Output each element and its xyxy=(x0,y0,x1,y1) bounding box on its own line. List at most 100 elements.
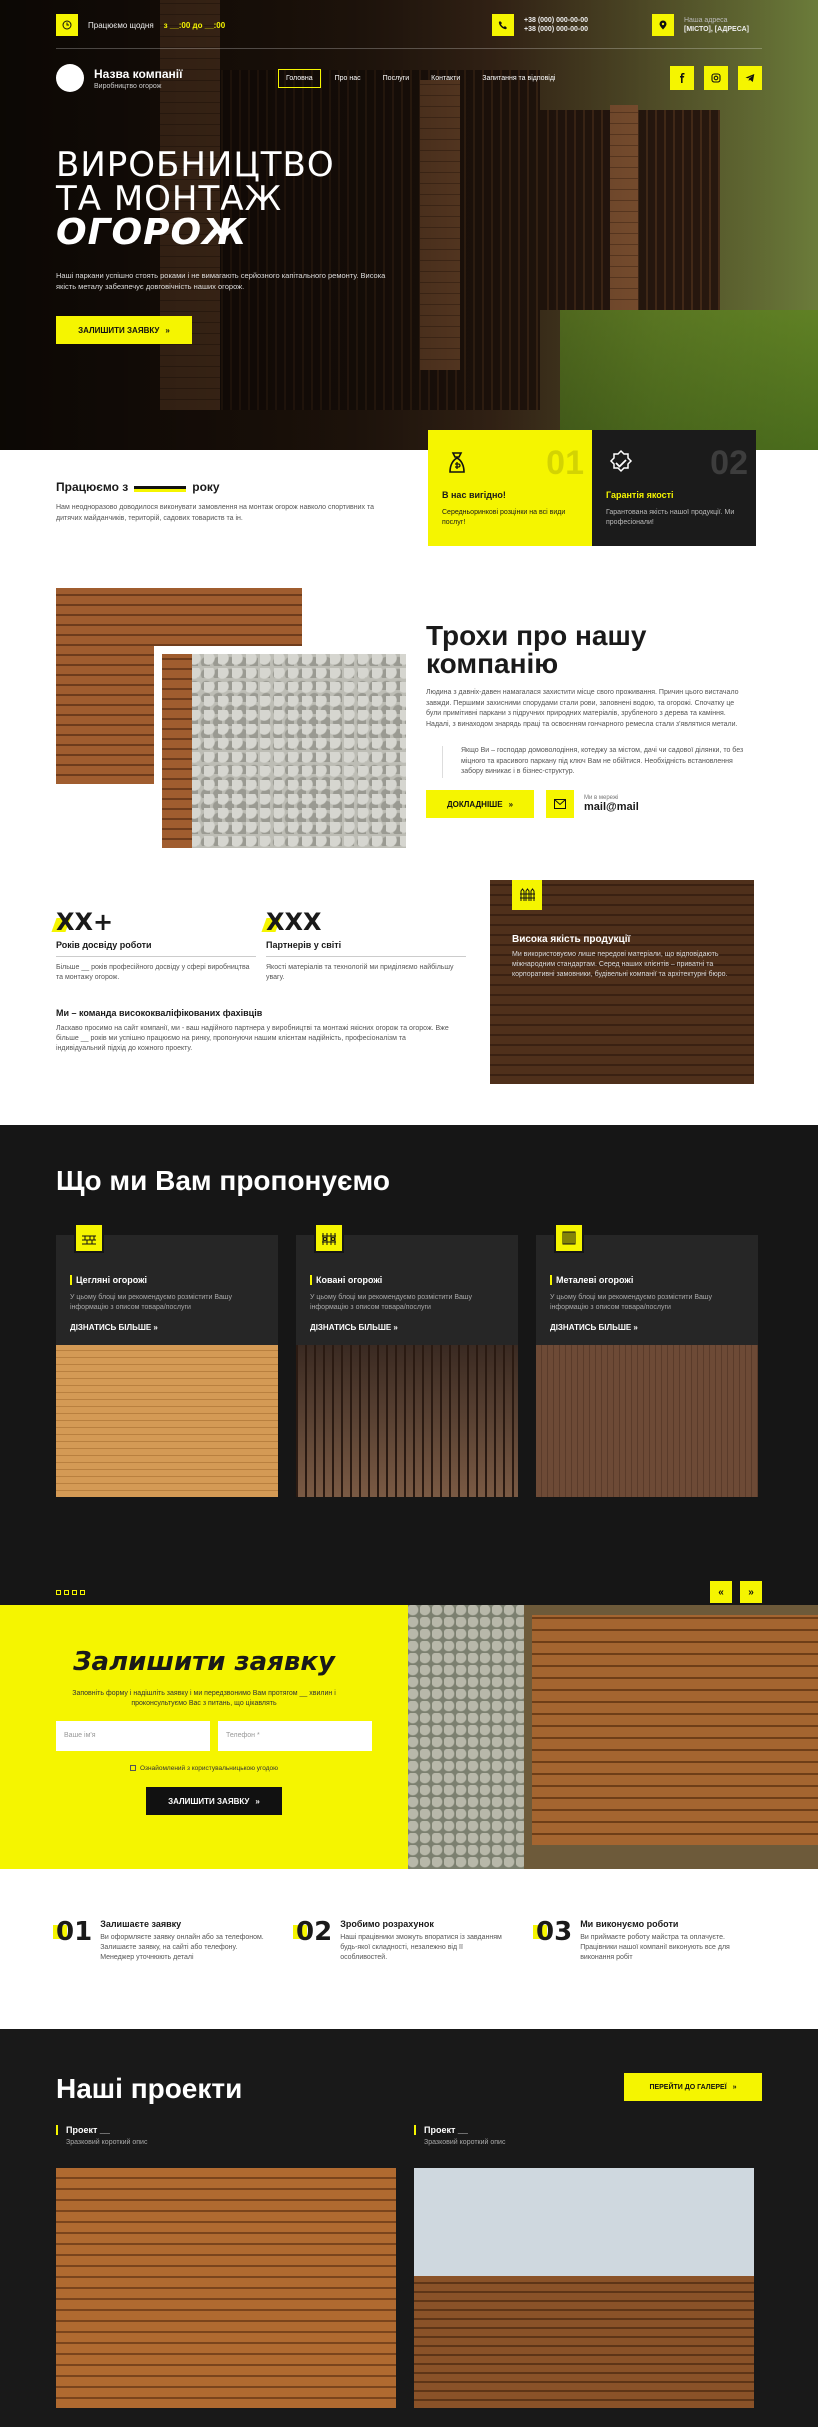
hero-cta-button[interactable]: ЗАЛИШИТИ ЗАЯВКУ » xyxy=(56,316,192,344)
brick-fence-icon xyxy=(74,1223,104,1253)
steps-section: 01 Залишаєте заявку Ви оформляєте заявку … xyxy=(0,1869,818,2029)
offer-title: Що ми Вам пропонуємо xyxy=(56,1165,390,1196)
name-input[interactable]: Ваше ім'я xyxy=(56,1721,210,1751)
arrow-left-icon[interactable]: « xyxy=(710,1581,732,1603)
gallery-label: ПЕРЕЙТИ ДО ГАЛЕРЕЇ xyxy=(649,2083,727,2091)
work-text: Нам неодноразово доводилося виконувати з… xyxy=(56,504,374,522)
step-number: 01 xyxy=(52,1919,92,1963)
carousel-dot[interactable] xyxy=(56,1590,61,1595)
facebook-icon[interactable] xyxy=(670,66,694,90)
form-photo xyxy=(408,1605,818,1869)
carousel-dot[interactable] xyxy=(72,1590,77,1595)
offer-card-brick: Цегляні огорожі У цьому блоці ми рекомен… xyxy=(56,1223,278,1497)
metal-fence-photo xyxy=(536,1345,758,1497)
nav-item-services[interactable]: Послуги xyxy=(375,69,417,88)
projects-title: Наші проекти xyxy=(56,2073,243,2104)
address-label: Наша адреса xyxy=(684,17,728,24)
stat-number: XX+ xyxy=(56,908,256,936)
nav-item-home[interactable]: Головна xyxy=(278,68,321,88)
learn-more-label: ДІЗНАТИСЬ БІЛЬШЕ xyxy=(310,1323,392,1332)
project-photo xyxy=(414,2168,754,2408)
nav-item-about[interactable]: Про нас xyxy=(327,69,369,88)
company-logo[interactable] xyxy=(56,64,84,92)
checkbox-icon[interactable] xyxy=(129,1765,136,1772)
email-contact: Ми в мережі mail@mail xyxy=(546,790,639,818)
more-button[interactable]: ДОКЛАДНІШЕ » xyxy=(426,790,534,818)
about-title: Трохи про нашу компанію xyxy=(426,620,647,679)
stat-desc: Якості матеріалів та технологій ми приді… xyxy=(266,964,454,981)
double-chevron-right-icon: » xyxy=(732,2083,737,2091)
hours-label: Працюємо щодня xyxy=(88,20,154,30)
step-desc: Наші працівники зможуть впоратися із зав… xyxy=(340,1934,502,1961)
stat-label: Років досвіду роботи xyxy=(56,940,256,957)
work-since-section: Працюємо з року Нам неодноразово доводил… xyxy=(0,430,818,570)
forged-fence-photo xyxy=(296,1345,518,1497)
offer-desc: У цьому блоці ми рекомендуємо розмістити… xyxy=(70,1294,233,1311)
project-title: Проект __ xyxy=(414,2125,754,2135)
phone-placeholder: Телефон * xyxy=(226,1732,260,1739)
hero-section: Працюємо щодня з __:00 до __:00 +38 (000… xyxy=(0,0,818,450)
advantage-card: 01 В нас вигідно! Середньоринкові розцін… xyxy=(428,430,592,546)
step-title: Зробимо розрахунок xyxy=(340,1919,434,1929)
instagram-icon[interactable] xyxy=(704,66,728,90)
metal-fence-icon xyxy=(554,1223,584,1253)
fence-icon xyxy=(512,880,542,910)
phone-number-1[interactable]: +38 (000) 000-00-00 xyxy=(524,16,588,25)
quality-card: Висока якість продукції Ми використовуєм… xyxy=(490,880,754,1084)
card-title: Гарантія якості xyxy=(606,490,674,500)
card-number: 02 xyxy=(710,444,748,482)
project-desc: Зразковий короткий опис xyxy=(424,2139,506,2146)
project-card[interactable]: Проект __ Зразковий короткий опис xyxy=(56,2125,396,2408)
phone-input[interactable]: Телефон * xyxy=(218,1721,372,1751)
gallery-button[interactable]: ПЕРЕЙТИ ДО ГАЛЕРЕЇ » xyxy=(624,2073,762,2101)
nav-item-faq[interactable]: Запитання та відповіді xyxy=(474,69,563,88)
form-panel: Залишити заявку Заповніть форму і надішл… xyxy=(0,1605,408,1869)
step-item: 03 Ми виконуємо роботи Ви приймаєте робот… xyxy=(532,1919,746,1963)
card-desc: Середньоринкові розцінки на всі види пос… xyxy=(442,509,566,526)
double-chevron-right-icon: » xyxy=(255,1796,260,1806)
mail-value[interactable]: mail@mail xyxy=(584,801,639,813)
quality-badge-icon xyxy=(609,449,633,473)
advantage-card: 02 Гарантія якості Гарантована якість на… xyxy=(592,430,756,546)
projects-section: Наші проекти ПЕРЕЙТИ ДО ГАЛЕРЕЇ » Проект … xyxy=(0,2029,818,2427)
step-item: 01 Залишаєте заявку Ви оформляєте заявку … xyxy=(52,1919,266,1963)
hours-value: з __:00 до __:00 xyxy=(163,20,226,30)
work-title-end: року xyxy=(192,480,220,494)
telegram-icon[interactable] xyxy=(738,66,762,90)
double-chevron-right-icon: » xyxy=(165,325,170,335)
submit-button[interactable]: ЗАЛИШИТИ ЗАЯВКУ » xyxy=(146,1787,282,1815)
hero-line-2: ТА МОНТАЖ xyxy=(56,179,283,219)
phone-number-2[interactable]: +38 (000) 000-00-00 xyxy=(524,25,588,34)
stat-partners: XXX Партнерів у світі Якості матеріалів … xyxy=(266,908,466,983)
nav-item-contacts[interactable]: Контакти xyxy=(423,69,468,88)
learn-more-link[interactable]: ДІЗНАТИСЬ БІЛЬШЕ » xyxy=(310,1323,504,1332)
learn-more-link[interactable]: ДІЗНАТИСЬ БІЛЬШЕ » xyxy=(70,1323,264,1332)
working-hours: Працюємо щодня з __:00 до __:00 xyxy=(56,14,225,36)
gabion-fence-photo xyxy=(162,654,406,848)
step-desc: Ви оформляєте заявку онлайн або за телеф… xyxy=(100,1934,264,1961)
offer-section: Що ми Вам пропонуємо Цегляні огорожі У ц… xyxy=(0,1125,818,1605)
clock-icon xyxy=(56,14,78,36)
address: Наша адреса [МІСТО], [АДРЕСА] xyxy=(652,14,749,36)
stat-label: Партнерів у світі xyxy=(266,940,466,957)
quality-text: Ми використовуємо лише передові матеріал… xyxy=(512,951,728,978)
carousel-dot[interactable] xyxy=(64,1590,69,1595)
agreement-checkbox[interactable]: Ознайомлений з користувальницькою угодою xyxy=(0,1765,408,1772)
carousel-dot[interactable] xyxy=(80,1590,85,1595)
card-desc: Гарантована якість нашої продукції. Ми п… xyxy=(606,509,735,526)
about-text: Людина з давніх-давен намагалася захисти… xyxy=(426,689,739,728)
learn-more-link[interactable]: ДІЗНАТИСЬ БІЛЬШЕ » xyxy=(550,1323,744,1332)
project-card[interactable]: Проект __ Зразковий короткий опис xyxy=(414,2125,754,2408)
stats-section: XX+ Років досвіду роботи Більше __ років… xyxy=(0,880,818,1125)
divider xyxy=(56,48,762,49)
mail-icon xyxy=(546,790,574,818)
offer-title: Ковані огорожі xyxy=(310,1275,504,1285)
stat-desc: Більше __ років професійного досвіду у с… xyxy=(56,964,250,981)
offer-card-metal: Металеві огорожі У цьому блоці ми рекоме… xyxy=(536,1223,758,1497)
card-number: 01 xyxy=(546,444,584,482)
hero-description: Наші паркани успішно стоять роками і не … xyxy=(56,271,386,291)
arrow-right-icon[interactable]: » xyxy=(740,1581,762,1603)
about-quote: Якщо Ви – господар домоволодіння, котедж… xyxy=(442,746,746,778)
name-placeholder: Ваше ім'я xyxy=(64,1732,96,1739)
carousel-dots xyxy=(56,1590,85,1595)
